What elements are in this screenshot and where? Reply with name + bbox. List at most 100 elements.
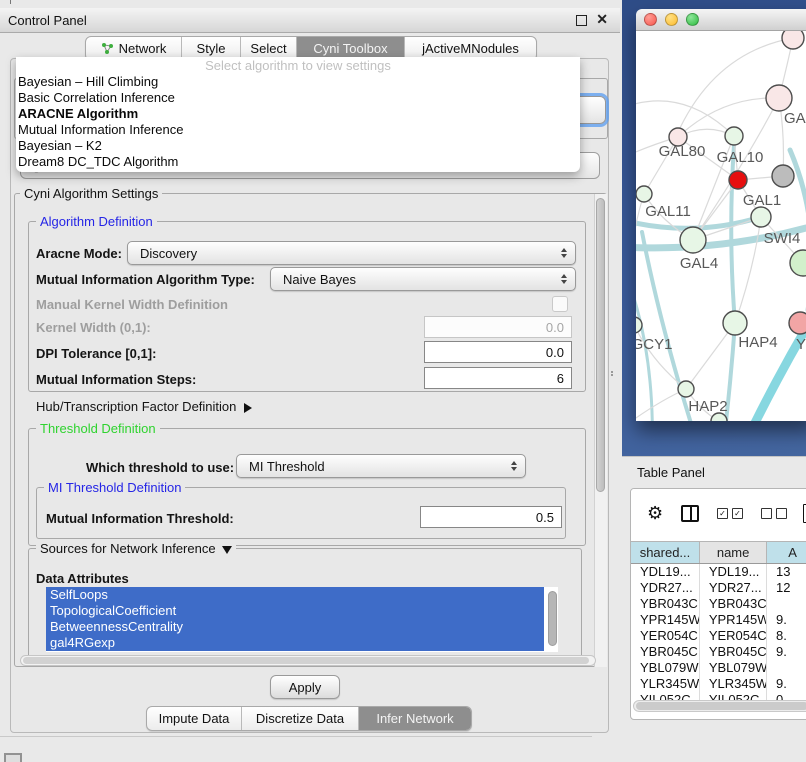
data-attributes-list[interactable]: SelfLoopsTopologicalCoefficientBetweenne… — [46, 587, 558, 652]
close-traffic-light-icon[interactable] — [644, 13, 657, 26]
groupbox-title: MI Threshold Definition — [44, 480, 185, 495]
panel-bottom-edge — [0, 736, 592, 737]
attribute-list-item[interactable]: SelfLoops — [46, 587, 544, 603]
zoom-traffic-light-icon[interactable] — [686, 13, 699, 26]
table-cell: YLR345W — [700, 676, 767, 692]
network-node-label: GAL11 — [645, 203, 691, 220]
network-node[interactable] — [636, 186, 652, 202]
table-cell — [767, 660, 806, 676]
network-icon — [101, 42, 114, 55]
network-node[interactable] — [766, 85, 792, 111]
tab-impute-data[interactable]: Impute Data — [147, 707, 242, 730]
network-node-label: HAP2 — [688, 398, 727, 415]
apply-button[interactable]: Apply — [270, 675, 340, 699]
sources-expander[interactable]: Sources for Network Inference — [36, 541, 236, 556]
close-icon[interactable]: ✕ — [596, 11, 608, 28]
network-node[interactable] — [725, 127, 743, 145]
hub-definition-expander[interactable]: Hub/Transcription Factor Definition — [36, 399, 252, 414]
network-node[interactable] — [782, 31, 804, 49]
network-edge[interactable] — [680, 38, 793, 128]
network-edge[interactable] — [636, 389, 686, 421]
algorithm-option[interactable]: Basic Correlation Inference — [16, 90, 580, 106]
algorithm-option[interactable]: Mutual Information Inference — [16, 122, 580, 138]
dpi-tolerance-field[interactable]: 0.0 — [424, 341, 572, 363]
network-window-titlebar[interactable] — [636, 9, 806, 31]
attribute-list-item[interactable]: gal4RGexp — [46, 635, 544, 651]
network-edge[interactable] — [735, 217, 761, 323]
table-cell — [767, 596, 806, 612]
table-row[interactable]: YBL079WYBL079W — [631, 660, 806, 676]
column-header[interactable]: A — [767, 542, 806, 563]
split-columns-icon[interactable] — [681, 505, 699, 522]
aracne-mode-label: Aracne Mode: — [36, 246, 122, 261]
minimized-panel-button[interactable] — [4, 753, 22, 762]
table-row[interactable]: YPR145WYPR145W9. — [631, 612, 806, 628]
table-horizontal-scrollbar[interactable] — [633, 700, 806, 712]
horizontal-scrollbar-thumb[interactable] — [23, 657, 589, 664]
table-row[interactable]: YBR045CYBR045C9. — [631, 644, 806, 660]
which-threshold-label: Which threshold to use: — [86, 460, 234, 475]
network-node[interactable] — [723, 311, 747, 335]
column-header[interactable]: shared... — [631, 542, 700, 563]
network-node[interactable] — [678, 381, 694, 397]
tab-discretize-data[interactable]: Discretize Data — [242, 707, 359, 730]
settings-scrollbar-thumb[interactable] — [596, 198, 605, 492]
tab-label: Style — [197, 41, 226, 56]
table-row[interactable]: YDL19...YDL19...13 — [631, 564, 806, 580]
manual-kernel-checkbox[interactable] — [552, 296, 568, 312]
network-node[interactable] — [789, 312, 806, 334]
mi-type-combobox[interactable]: Naive Bayes — [270, 267, 576, 291]
column-header[interactable]: name — [700, 542, 767, 563]
tab-label: jActiveMNodules — [422, 41, 519, 56]
algorithm-option[interactable]: Bayesian – Hill Climbing — [16, 74, 580, 90]
data-attributes-label: Data Attributes — [36, 571, 129, 586]
table-row[interactable]: YBR043CYBR043C — [631, 596, 806, 612]
algorithm-option[interactable]: Bayesian – K2 — [16, 138, 580, 154]
table-header-row: shared...nameA — [631, 541, 806, 564]
table-cell: YBR043C — [700, 596, 767, 612]
attribute-list-item[interactable]: TopologicalCoefficient — [46, 603, 544, 619]
attributes-scrollbar-thumb[interactable] — [548, 591, 557, 646]
expander-arrow-icon — [244, 403, 252, 413]
combobox-value: Discovery — [140, 246, 197, 261]
horizontal-scrollbar-track[interactable] — [20, 655, 596, 666]
table-cell: YDL19... — [700, 564, 767, 580]
mi-type-label: Mutual Information Algorithm Type: — [36, 272, 255, 287]
aracne-mode-combobox[interactable]: Discovery — [127, 241, 576, 265]
table-row[interactable]: YER054CYER054C8. — [631, 628, 806, 644]
table-row[interactable]: YLR345WYLR345W9. — [631, 676, 806, 692]
attribute-list-item[interactable]: BetweennessCentrality — [46, 619, 544, 635]
network-node[interactable] — [680, 227, 706, 253]
algorithm-option[interactable]: ARACNE Algorithm — [16, 106, 580, 122]
tab-label: Cyni Toolbox — [313, 41, 387, 56]
network-canvas[interactable]: GAL80GAL10GAL11GAL1SWI4GAL4GCY1HAP4HAP2G… — [636, 31, 806, 421]
which-threshold-combobox[interactable]: MI Threshold — [236, 454, 526, 478]
network-node-label: GAL4 — [680, 255, 718, 272]
table-hscroll-thumb[interactable] — [636, 702, 806, 710]
kernel-width-label: Kernel Width (0,1): — [36, 320, 151, 335]
control-panel-titlebar[interactable]: Control Panel ✕ — [0, 8, 620, 33]
network-node-label: HAP4 — [738, 334, 777, 351]
tab-infer-network[interactable]: Infer Network — [359, 707, 471, 730]
kernel-width-field[interactable]: 0.0 — [424, 316, 572, 338]
splitpane-handle[interactable] — [610, 370, 614, 378]
table-panel-titlebar[interactable]: Table Panel — [622, 456, 806, 487]
network-node-label: GAL — [784, 110, 806, 127]
algorithm-option[interactable]: Dream8 DC_TDC Algorithm — [16, 154, 580, 170]
table-cell: 13 — [767, 564, 806, 580]
network-node[interactable] — [772, 165, 794, 187]
network-node[interactable] — [751, 207, 771, 227]
network-window[interactable]: GAL80GAL10GAL11GAL1SWI4GAL4GCY1HAP4HAP2G… — [636, 9, 806, 421]
float-icon[interactable] — [576, 15, 587, 26]
field-value: 0.0 — [546, 320, 564, 335]
checked-boxes-icon[interactable]: ✓ ✓ — [717, 508, 743, 519]
gear-icon[interactable]: ⚙ — [647, 504, 663, 522]
network-node[interactable] — [790, 250, 806, 276]
minimize-traffic-light-icon[interactable] — [665, 13, 678, 26]
mi-threshold-field[interactable]: 0.5 — [420, 506, 562, 528]
mi-steps-field[interactable]: 6 — [424, 367, 572, 389]
unchecked-boxes-icon[interactable] — [761, 508, 787, 519]
control-panel-window: Control Panel ✕ Network Style — [0, 0, 620, 738]
network-node[interactable] — [729, 171, 747, 189]
table-row[interactable]: YDR27...YDR27...12 — [631, 580, 806, 596]
